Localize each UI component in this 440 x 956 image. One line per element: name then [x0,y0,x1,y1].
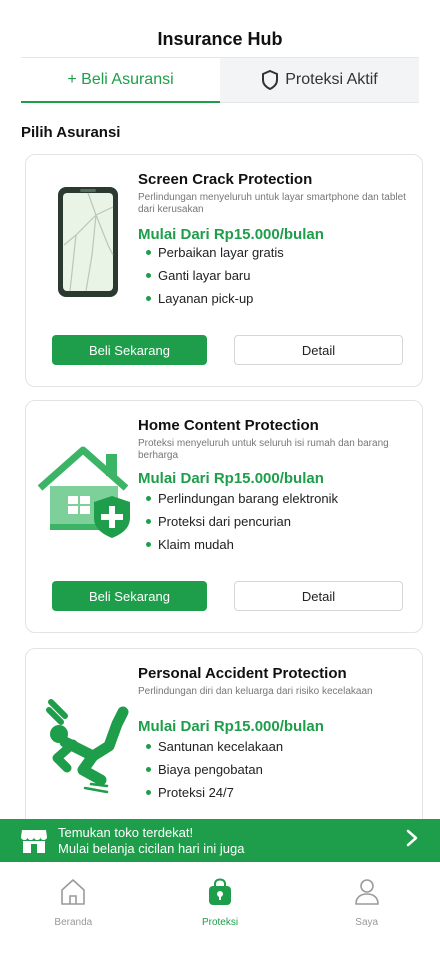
section-title: Pilih Asuransi [21,124,121,141]
feature-item: Ganti layar baru [146,264,284,287]
card-description: Proteksi menyeluruh untuk seluruh isi ru… [138,438,389,461]
feature-list: Santunan kecelakaan Biaya pengobatan Pro… [146,735,283,804]
card-price: Mulai Dari Rp15.000/bulan [138,470,324,487]
buy-now-button[interactable]: Beli Sekarang [52,581,207,611]
nav-item-proteksi[interactable]: Proteksi [147,862,294,956]
banner-line-1: Temukan toko terdekat! [58,824,194,840]
feature-list: Perbaikan layar gratis Ganti layar baru … [146,241,284,310]
user-icon [354,878,380,911]
bottom-navigation: Beranda Proteksi Saya [0,862,440,956]
tab-label: Proteksi Aktif [285,71,378,88]
feature-item: Proteksi 24/7 [146,781,283,804]
card-description: Perlindungan diri dan keluarga dari risi… [138,686,373,697]
feature-list: Perlindungan barang elektronik Proteksi … [146,487,338,556]
home-icon [60,878,86,911]
insurance-card-personal-accident: Personal Accident Protection Perlindunga… [25,648,423,848]
page-title: Insurance Hub [157,29,283,49]
store-icon [20,827,48,855]
feature-item: Perbaikan layar gratis [146,241,284,264]
card-title: Home Content Protection [138,417,319,434]
banner-line-2: Mulai belanja cicilan hari ini juga [58,840,245,856]
nav-label: Saya [355,917,379,928]
app-header: Insurance Hub [0,0,440,58]
feature-item: Layanan pick-up [146,287,284,310]
house-shield-icon [36,421,140,571]
nav-item-saya[interactable]: Saya [293,862,440,956]
falling-person-icon [36,673,140,823]
card-description: Perlindungan menyeluruh untuk layar smar… [138,192,406,215]
card-title: Screen Crack Protection [138,171,313,188]
insurance-card-home-content: Home Content Protection Proteksi menyelu… [25,400,423,633]
feature-item: Biaya pengobatan [146,758,283,781]
card-price: Mulai Dari Rp15.000/bulan [138,718,324,735]
lock-bag-icon [207,878,233,911]
tab-beli-asuransi[interactable]: + Beli Asuransi [21,58,220,103]
feature-item: Proteksi dari pencurian [146,510,338,533]
detail-button[interactable]: Detail [234,581,403,611]
nav-label: Proteksi [201,917,239,928]
chevron-right-icon [406,829,418,852]
feature-item: Klaim mudah [146,533,338,556]
nav-item-beranda[interactable]: Beranda [0,862,147,956]
detail-button[interactable]: Detail [234,335,403,365]
cracked-phone-icon [36,167,140,317]
feature-item: Perlindungan barang elektronik [146,487,338,510]
feature-item: Santunan kecelakaan [146,735,283,758]
banner-text: Temukan toko terdekat! Mulai belanja cic… [58,825,406,857]
tab-label: + Beli Asuransi [67,70,174,88]
store-finder-banner[interactable]: Temukan toko terdekat! Mulai belanja cic… [0,819,440,862]
tab-proteksi-aktif[interactable]: Proteksi Aktif [220,58,419,103]
shield-icon [261,70,279,90]
insurance-card-screen-crack: Screen Crack Protection Perlindungan men… [25,154,423,387]
nav-label: Beranda [54,917,93,928]
buy-now-button[interactable]: Beli Sekarang [52,335,207,365]
card-title: Personal Accident Protection [138,665,347,682]
tab-bar: + Beli Asuransi Proteksi Aktif [21,57,419,103]
